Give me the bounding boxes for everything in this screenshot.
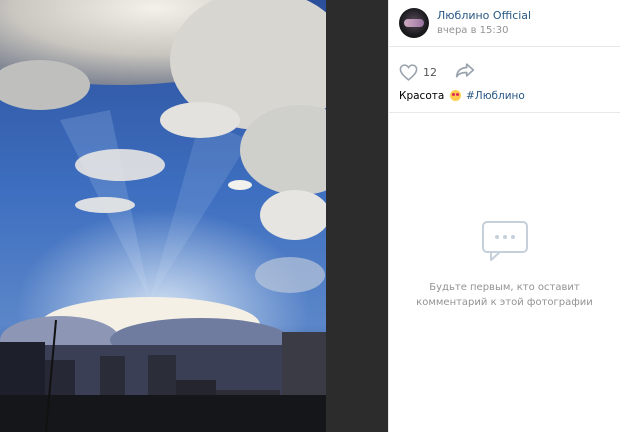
empty-comments-line1: Будьте первым, кто оставит [429, 282, 580, 293]
post-actions: 12 [389, 47, 620, 88]
photo-viewer: Люблино Official вчера в 15:30 12 Красот… [0, 0, 620, 432]
photo-image[interactable] [0, 0, 326, 432]
comments-empty-state: Будьте первым, кто оставит комментарий к… [389, 220, 620, 310]
post-header: Люблино Official вчера в 15:30 [389, 0, 620, 47]
group-logo [404, 19, 424, 27]
comments-icon [481, 221, 528, 261]
heart-icon [399, 63, 418, 81]
like-count: 12 [423, 65, 437, 79]
empty-comments-line2: комментарий к этой фотографии [416, 297, 593, 308]
caption-text: Красота [399, 90, 445, 102]
share-button[interactable] [455, 62, 475, 82]
heart-eyes-emoji-icon [449, 90, 461, 101]
hashtag-link[interactable]: #Люблино [466, 90, 525, 102]
post-date[interactable]: вчера в 15:30 [437, 23, 531, 38]
author-name[interactable]: Люблино Official [437, 8, 531, 23]
photo-area [0, 0, 388, 432]
avatar[interactable] [399, 8, 429, 38]
post-caption: Красота #Люблино [389, 88, 620, 113]
like-button[interactable]: 12 [399, 63, 437, 81]
share-arrow-icon [455, 63, 475, 78]
post-sidebar: Люблино Official вчера в 15:30 12 Красот… [388, 0, 620, 432]
